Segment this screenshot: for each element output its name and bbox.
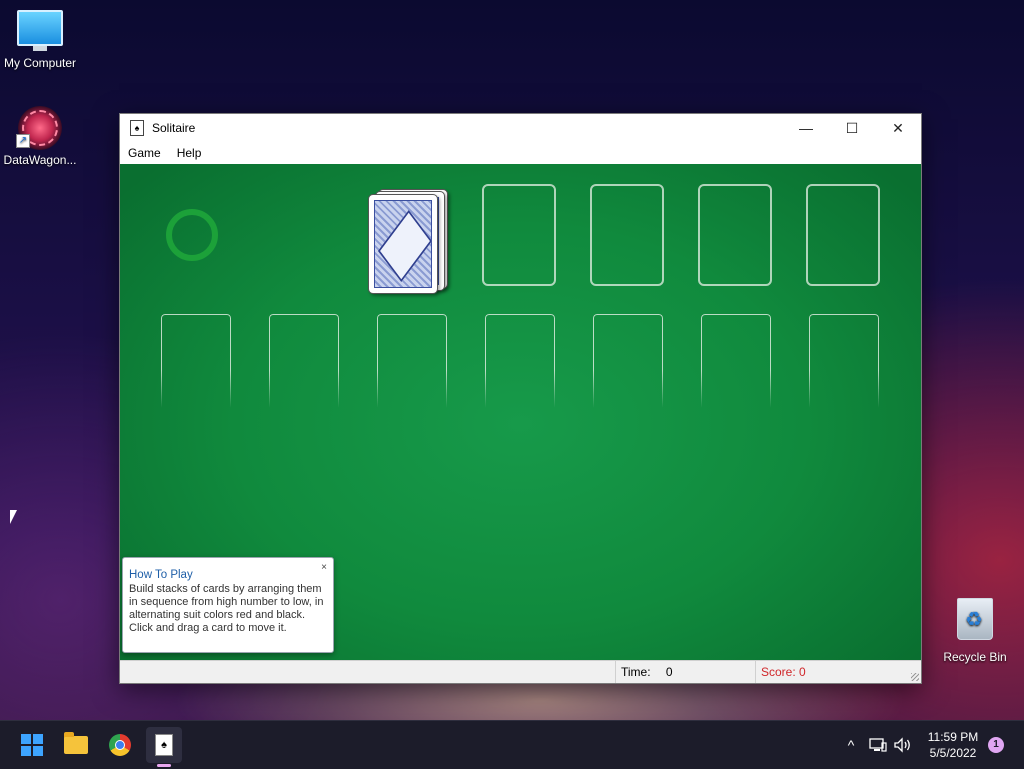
chrome-button[interactable] bbox=[104, 729, 136, 761]
solitaire-taskbar-button[interactable]: ♠ bbox=[146, 727, 182, 763]
active-indicator bbox=[157, 764, 171, 767]
menu-game[interactable]: Game bbox=[120, 146, 169, 160]
menu-help[interactable]: Help bbox=[169, 146, 210, 160]
desktop-icon-label: Recycle Bin bbox=[943, 650, 1007, 664]
game-board[interactable]: × How To Play Build stacks of cards by a… bbox=[120, 164, 921, 660]
notification-badge[interactable]: 1 bbox=[988, 737, 1004, 753]
foundation-slot-4[interactable] bbox=[806, 184, 880, 286]
foundation-slot-1[interactable] bbox=[482, 184, 556, 286]
minimize-button[interactable]: — bbox=[783, 114, 829, 142]
recycle-bin-icon bbox=[957, 598, 993, 640]
close-tooltip-button[interactable]: × bbox=[321, 561, 327, 574]
mouse-cursor-icon bbox=[10, 510, 17, 524]
how-to-play-title: How To Play bbox=[129, 569, 193, 581]
windows-logo-icon bbox=[21, 734, 43, 756]
menu-bar: Game Help bbox=[120, 142, 921, 164]
status-bar: Time: 0 Score: 0 bbox=[120, 660, 921, 683]
desktop-icon-label: My Computer bbox=[3, 56, 77, 70]
score-value: Score: 0 bbox=[761, 665, 806, 679]
volume-icon[interactable] bbox=[892, 721, 914, 769]
how-to-play-body: Build stacks of cards by arranging them … bbox=[129, 583, 324, 634]
stock-restock-circle[interactable] bbox=[166, 209, 218, 261]
solitaire-window: ♠ Solitaire — ☐ ✕ Game Help × How To Pla… bbox=[119, 113, 922, 684]
clock-time: 11:59 PM bbox=[927, 730, 979, 744]
title-bar[interactable]: ♠ Solitaire — ☐ ✕ bbox=[120, 114, 921, 142]
shortcut-arrow-icon: ↗ bbox=[16, 134, 30, 148]
tableau-slot-7[interactable] bbox=[809, 314, 879, 408]
network-icon[interactable] bbox=[868, 721, 888, 769]
resize-grip-icon[interactable] bbox=[911, 673, 919, 681]
chrome-icon bbox=[109, 734, 131, 756]
close-button[interactable]: ✕ bbox=[875, 114, 921, 142]
desktop-icon-datawagon[interactable]: ↗ DataWagon... bbox=[0, 106, 80, 167]
monitor-icon bbox=[17, 10, 63, 51]
tableau-slot-6[interactable] bbox=[701, 314, 771, 408]
window-title: Solitaire bbox=[152, 121, 196, 135]
clock-date: 5/5/2022 bbox=[929, 746, 977, 760]
tableau-slot-3[interactable] bbox=[377, 314, 447, 408]
tableau-slot-4[interactable] bbox=[485, 314, 555, 408]
clock[interactable]: 11:59 PM 5/5/2022 bbox=[920, 729, 986, 761]
time-cell: Time: 0 bbox=[615, 661, 755, 683]
folder-icon bbox=[64, 732, 88, 754]
stock-pile[interactable] bbox=[368, 194, 438, 294]
foundation-slot-3[interactable] bbox=[698, 184, 772, 286]
show-hidden-icons-button[interactable]: ^ bbox=[842, 721, 860, 769]
solitaire-icon: ♠ bbox=[155, 734, 173, 756]
file-explorer-button[interactable] bbox=[60, 729, 92, 761]
score-cell: Score: 0 bbox=[755, 661, 911, 683]
desktop-icon-recycle-bin[interactable]: Recycle Bin bbox=[935, 598, 1015, 664]
tableau-slot-1[interactable] bbox=[161, 314, 231, 408]
time-label: Time: bbox=[621, 665, 651, 679]
desktop-icon-label: DataWagon... bbox=[3, 153, 77, 167]
foundation-slot-2[interactable] bbox=[590, 184, 664, 286]
start-button[interactable] bbox=[16, 729, 48, 761]
how-to-play-tooltip: × How To Play Build stacks of cards by a… bbox=[122, 557, 334, 653]
taskbar: ♠ ^ 11:59 PM 5/5/2022 1 bbox=[0, 720, 1024, 769]
solitaire-card-icon: ♠ bbox=[130, 120, 144, 136]
maximize-button[interactable]: ☐ bbox=[829, 114, 875, 142]
tableau-slot-2[interactable] bbox=[269, 314, 339, 408]
tableau-slot-5[interactable] bbox=[593, 314, 663, 408]
desktop-icon-my-computer[interactable]: My Computer bbox=[0, 10, 80, 70]
time-value: 0 bbox=[665, 665, 673, 679]
